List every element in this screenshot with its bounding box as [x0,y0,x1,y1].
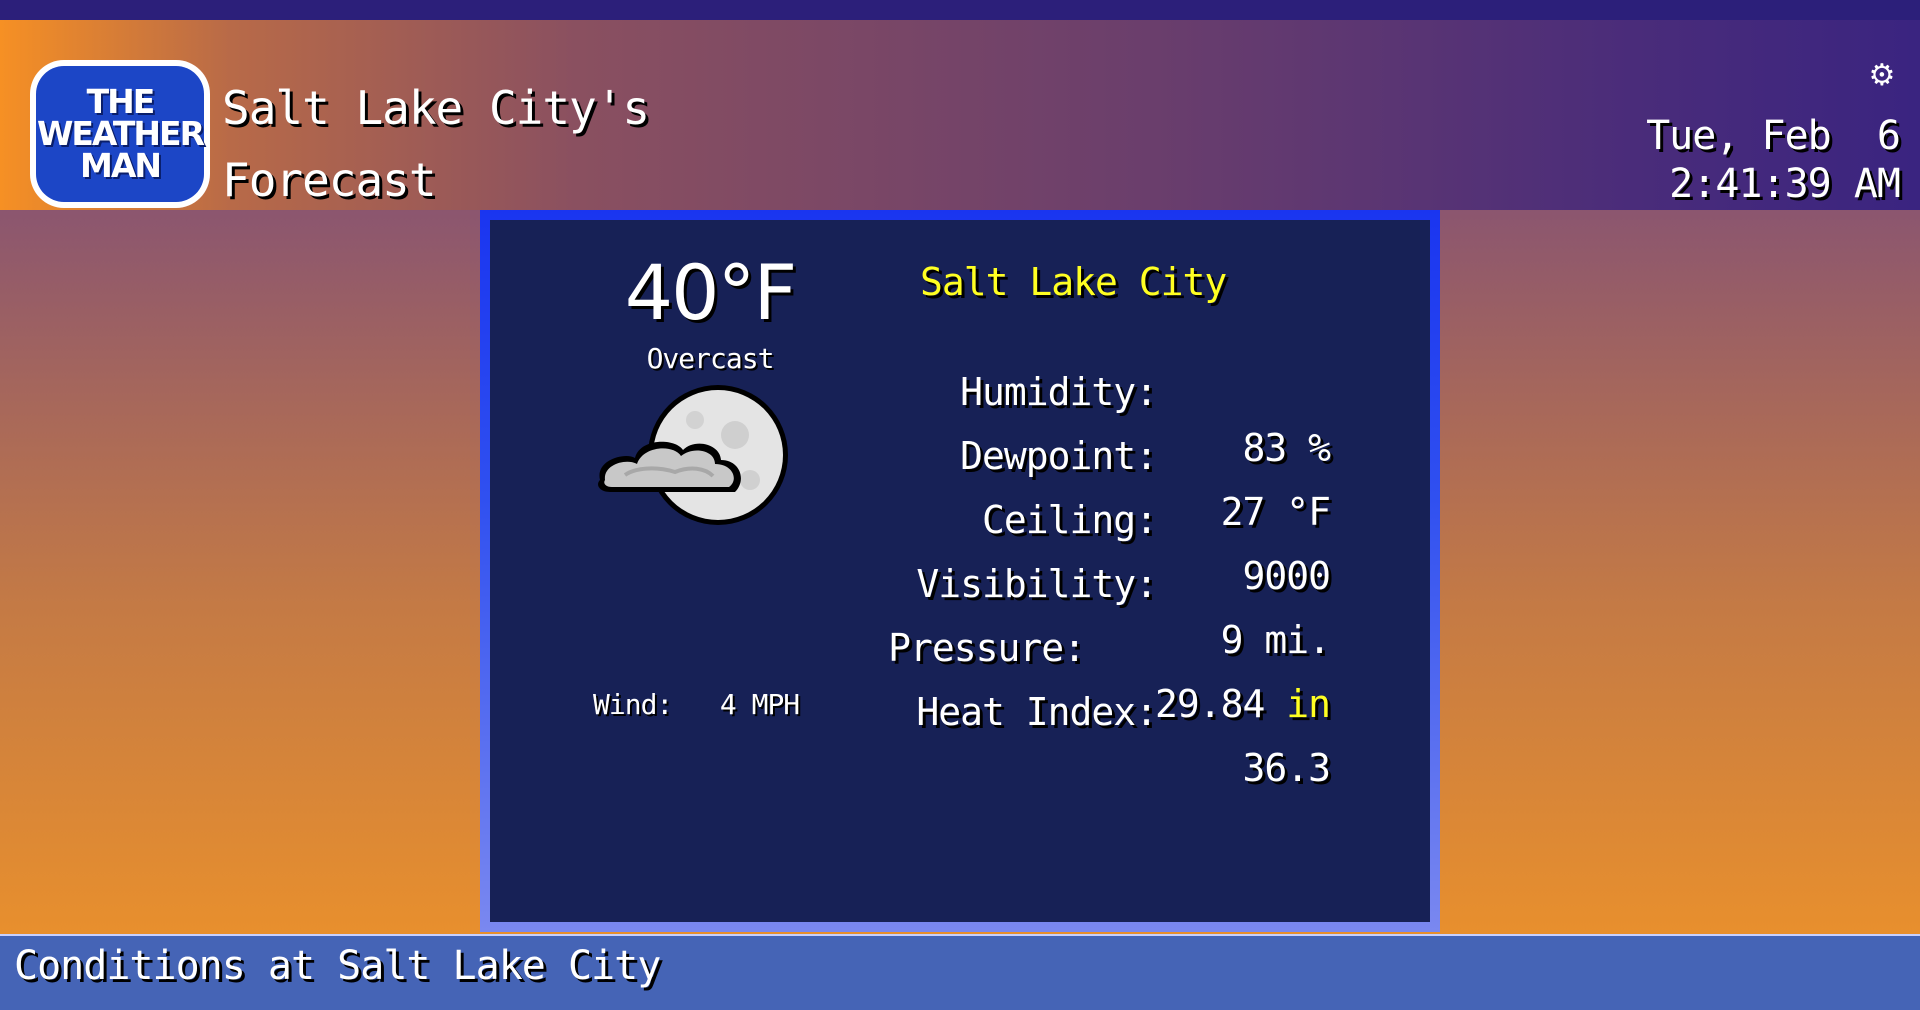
wind-readout: Wind: 4 MPH [593,688,800,722]
current-time: 2:41:39 AM [1669,161,1901,207]
conditions-panel: 40°F Overcast Wind: 4 MPH Salt Lake City… [480,210,1440,932]
detail-value: 29.84 in [1154,676,1331,732]
detail-row-dewpoint: Dewpoint: 27 °F [490,372,1430,534]
header-bar: THE WEATHER MAN Salt Lake City's Forecas… [0,20,1920,210]
city-name: Salt Lake City [920,260,1227,304]
pressure-unit: in [1286,682,1331,726]
weather-man-logo: THE WEATHER MAN [30,60,210,208]
footer-bar: Conditions at Salt Lake City [0,934,1920,1010]
wind-value: 4 MPH [719,688,800,721]
title-line-1: Salt Lake City's [222,81,650,135]
detail-label: Heat Index: [916,690,1158,734]
top-strip [0,0,1920,20]
footer-caption: Conditions at Salt Lake City [14,943,661,989]
detail-row-humidity: Humidity: 83 % [490,308,1430,470]
detail-row-heat-index: Heat Index: 36.3 [490,628,1430,790]
detail-row-visibility: Visibility: 9 mi. [490,500,1430,662]
detail-row-ceiling: Ceiling: 9000 [490,436,1430,598]
detail-value: 36.3 [1242,746,1331,790]
date-time: Tue, Feb 6 2:41:39 AM [1646,112,1901,208]
title-line-2: Forecast [222,153,437,207]
logo-line-3: MAN [80,146,162,185]
page-title: Salt Lake City's Forecast [222,72,650,216]
gear-icon[interactable]: ⚙ [1866,60,1898,92]
pressure-value: 29.84 [1154,682,1265,726]
detail-row-pressure: Pressure: 29.84 in [490,564,1430,726]
current-date: Tue, Feb 6 [1646,113,1901,159]
